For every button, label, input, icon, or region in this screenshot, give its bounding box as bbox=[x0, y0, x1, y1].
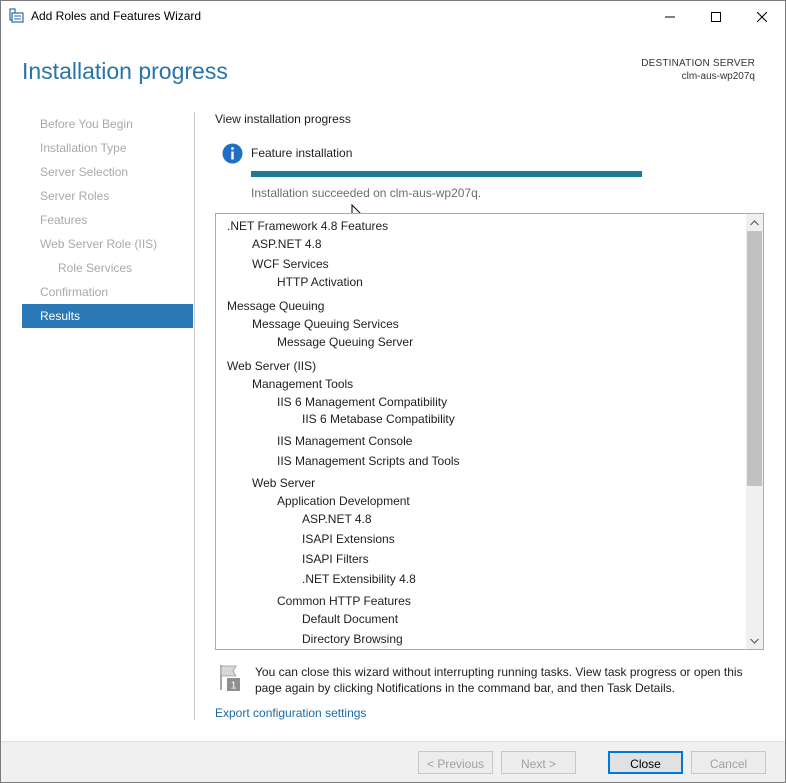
vertical-scrollbar[interactable] bbox=[746, 214, 763, 649]
chevron-down-icon bbox=[750, 638, 759, 644]
nav-item-results[interactable]: Results bbox=[22, 304, 193, 328]
scroll-down-button[interactable] bbox=[746, 632, 763, 649]
notification-flag-icon: 1 bbox=[218, 664, 242, 692]
export-configuration-link[interactable]: Export configuration settings bbox=[215, 706, 366, 720]
list-item: Directory Browsing bbox=[302, 632, 403, 646]
cancel-button[interactable]: Cancel bbox=[691, 751, 766, 774]
page-title: Installation progress bbox=[22, 58, 228, 84]
destination-server-label: DESTINATION SERVER bbox=[641, 58, 755, 69]
status-message: Installation succeeded on clm-aus-wp207q… bbox=[251, 186, 482, 200]
next-button[interactable]: Next > bbox=[501, 751, 576, 774]
wizard-nav: Before You Begin Installation Type Serve… bbox=[22, 112, 193, 328]
list-item: Management Tools bbox=[252, 377, 354, 391]
close-button[interactable]: Close bbox=[608, 751, 683, 774]
close-icon bbox=[757, 11, 767, 22]
close-window-button[interactable] bbox=[739, 1, 785, 32]
info-icon bbox=[222, 143, 243, 164]
button-bar: < Previous Next > Close Cancel bbox=[1, 741, 785, 782]
minimize-button[interactable] bbox=[647, 1, 693, 32]
list-item: WCF Services bbox=[252, 257, 329, 271]
nav-item-confirmation: Confirmation bbox=[40, 285, 109, 299]
nav-divider bbox=[194, 112, 195, 720]
window-title: Add Roles and Features Wizard bbox=[31, 9, 202, 23]
list-item: Web Server (IIS) bbox=[227, 359, 317, 373]
list-item: IIS Management Console bbox=[277, 434, 413, 448]
nav-item-server-roles: Server Roles bbox=[40, 189, 110, 203]
title-bar[interactable]: Add Roles and Features Wizard bbox=[1, 1, 785, 32]
svg-text:1: 1 bbox=[231, 681, 237, 692]
nav-item-installation-type: Installation Type bbox=[40, 141, 127, 155]
list-item: .NET Extensibility 4.8 bbox=[302, 572, 416, 586]
list-item: IIS 6 Metabase Compatibility bbox=[302, 412, 455, 426]
scrollbar-thumb[interactable] bbox=[747, 231, 762, 486]
list-item: Common HTTP Features bbox=[277, 594, 411, 608]
wizard-window: Add Roles and Features Wizard Installati… bbox=[0, 0, 786, 783]
features-results-list[interactable]: .NET Framework 4.8 Features ASP.NET 4.8 … bbox=[215, 213, 764, 650]
list-item: Default Document bbox=[302, 612, 399, 626]
list-item: .NET Framework 4.8 Features bbox=[227, 219, 389, 233]
nav-item-features: Features bbox=[40, 213, 88, 227]
nav-item-web-server-role: Web Server Role (IIS) bbox=[40, 237, 158, 251]
list-item: HTTP Activation bbox=[277, 275, 363, 289]
installation-progress-bar bbox=[251, 171, 642, 177]
nav-item-server-selection: Server Selection bbox=[40, 165, 129, 179]
destination-server-name: clm-aus-wp207q bbox=[681, 71, 755, 82]
previous-button[interactable]: < Previous bbox=[418, 751, 493, 774]
minimize-icon bbox=[665, 16, 675, 17]
maximize-button[interactable] bbox=[693, 1, 739, 32]
maximize-icon bbox=[711, 11, 721, 22]
list-item: Message Queuing Server bbox=[277, 335, 414, 349]
list-item: IIS 6 Management Compatibility bbox=[277, 395, 448, 409]
section-heading: View installation progress bbox=[215, 112, 351, 126]
list-item: Web Server bbox=[252, 476, 316, 490]
list-item: ISAPI Filters bbox=[302, 552, 369, 566]
server-manager-icon bbox=[9, 8, 25, 24]
list-item: ASP.NET 4.8 bbox=[252, 237, 322, 251]
list-item: Message Queuing bbox=[227, 299, 325, 313]
nav-item-before-you-begin: Before You Begin bbox=[40, 117, 133, 131]
progress-fill bbox=[251, 171, 642, 177]
nav-item-role-services: Role Services bbox=[58, 261, 133, 275]
list-item: IIS Management Scripts and Tools bbox=[277, 454, 460, 468]
info-note: You can close this wizard without interr… bbox=[255, 665, 743, 695]
list-item: ISAPI Extensions bbox=[302, 532, 395, 546]
chevron-up-icon bbox=[750, 219, 759, 225]
scroll-up-button[interactable] bbox=[746, 214, 763, 231]
status-title: Feature installation bbox=[251, 146, 353, 160]
list-item: ASP.NET 4.8 bbox=[302, 512, 372, 526]
list-item: Application Development bbox=[277, 494, 410, 508]
list-item: Message Queuing Services bbox=[252, 317, 399, 331]
